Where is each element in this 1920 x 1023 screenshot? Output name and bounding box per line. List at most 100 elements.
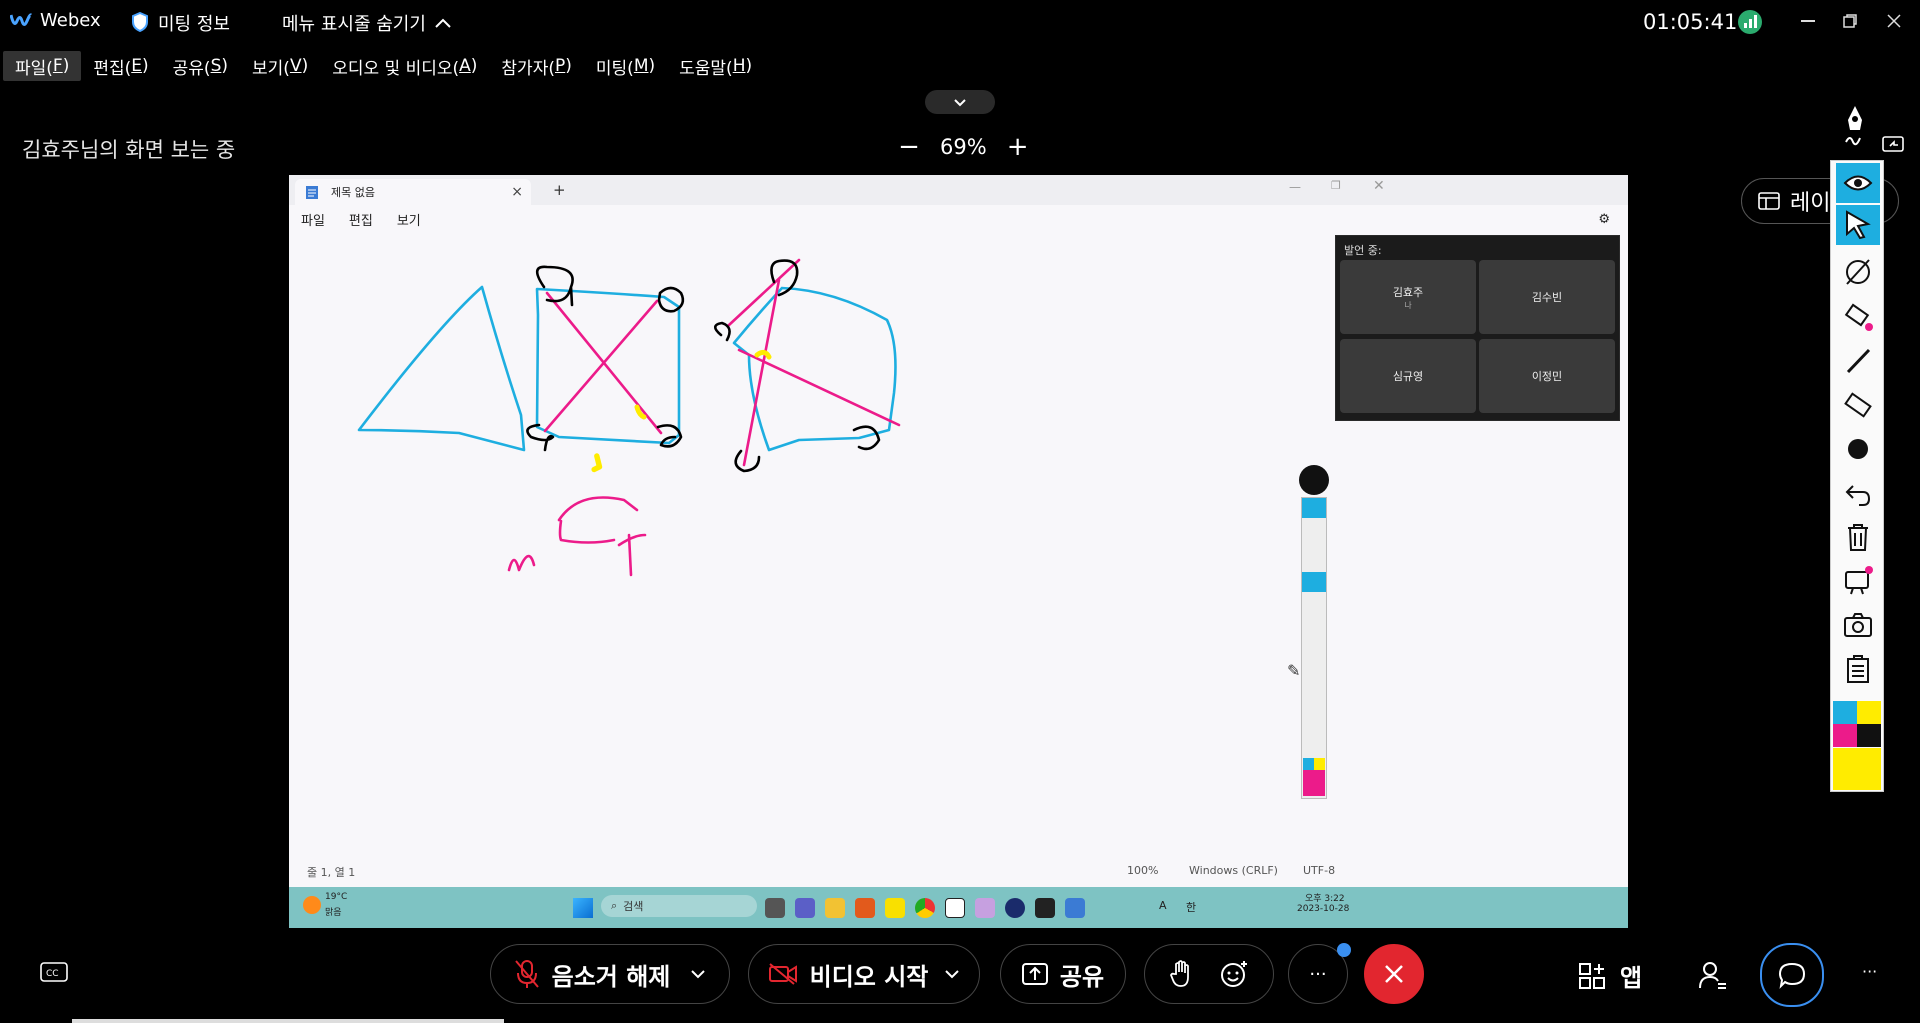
status-position: 줄 1, 열 1 <box>307 866 356 879</box>
mini-pen-icon[interactable] <box>1299 465 1329 495</box>
chevron-down-icon[interactable] <box>690 969 706 979</box>
participant-tile[interactable]: 김효주 나 <box>1340 260 1476 334</box>
menu-view-end: ) <box>301 56 309 76</box>
menu-view[interactable]: 보기(V) <box>240 51 320 81</box>
close-button[interactable] <box>1876 6 1912 36</box>
raise-hand-icon[interactable] <box>1170 960 1192 988</box>
current-color-swatch[interactable] <box>1833 748 1881 790</box>
snipping-icon[interactable] <box>975 898 995 918</box>
ime-indicator[interactable]: 한 <box>1186 899 1196 915</box>
menu-meeting-key: M <box>633 56 649 76</box>
minimize-button[interactable] <box>1790 6 1826 36</box>
apps-button[interactable]: 앱 <box>1578 958 1642 993</box>
more-panels-icon[interactable]: ··· <box>1862 962 1877 981</box>
participant-name: 김수빈 <box>1531 291 1563 304</box>
chevron-down-icon <box>954 98 966 106</box>
color-black[interactable] <box>1857 724 1881 747</box>
menu-toggle-button[interactable]: 메뉴 표시줄 숨기기 <box>282 10 452 36</box>
menu-participants[interactable]: 참가자(P) <box>489 51 583 81</box>
start-video-button[interactable]: 비디오 시작 <box>748 944 980 1004</box>
eraser-icon[interactable] <box>1836 385 1880 425</box>
menu-participants-key: P <box>554 56 566 76</box>
highlighter-icon[interactable] <box>1836 296 1880 336</box>
apps-icon <box>1579 962 1605 989</box>
menu-toggle-label: 메뉴 표시줄 숨기기 <box>282 14 426 35</box>
shield-icon <box>132 11 148 36</box>
eye-icon[interactable] <box>1836 163 1880 203</box>
menu-help[interactable]: 도움말(H) <box>667 51 764 81</box>
color-cyan[interactable] <box>1833 701 1857 724</box>
participants-icon[interactable] <box>1698 960 1728 994</box>
teams-icon[interactable] <box>795 898 815 918</box>
restore-button[interactable] <box>1832 6 1868 36</box>
lang-indicator[interactable]: A <box>1159 899 1167 912</box>
chrome-icon[interactable] <box>915 898 935 918</box>
menu-file[interactable]: 파일(F) <box>3 51 82 81</box>
menu-file-key: F <box>52 56 63 76</box>
reaction-icon[interactable] <box>1220 960 1248 988</box>
leave-meeting-button[interactable] <box>1364 944 1424 1004</box>
collapse-toolbar-button[interactable] <box>925 90 995 114</box>
weather-temp: 19°C <box>325 892 348 902</box>
color-palette[interactable] <box>1833 701 1881 747</box>
camera-icon[interactable] <box>1836 605 1880 645</box>
search-icon: ⌕ <box>611 899 618 912</box>
sticky-icon[interactable] <box>1035 898 1055 918</box>
save-annotation-icon[interactable] <box>1836 561 1880 601</box>
handwriting <box>507 496 647 577</box>
trash-icon[interactable] <box>1836 517 1880 557</box>
menu-edit[interactable]: 편집(E) <box>81 51 160 81</box>
webex-logo-icon <box>9 12 33 30</box>
scrollbar-thumb[interactable] <box>72 1019 504 1023</box>
start-icon[interactable] <box>573 898 593 918</box>
pointer-icon[interactable] <box>1836 205 1880 245</box>
weather-icon[interactable] <box>303 896 321 914</box>
meeting-info-button[interactable]: 미팅 정보 <box>158 10 230 36</box>
taskbar-search[interactable]: ⌕ 검색 <box>601 895 757 917</box>
speaker-panel: 발언 중: 김효주 나 김수빈 심규영 이정민 <box>1335 235 1620 421</box>
chat-button[interactable] <box>1760 943 1824 1007</box>
clipboard-icon[interactable] <box>1836 649 1880 689</box>
close-icon <box>1385 965 1403 983</box>
notepad-task-icon[interactable] <box>1065 898 1085 918</box>
color-magenta[interactable] <box>1833 724 1857 747</box>
zoom-out-button[interactable]: − <box>896 132 922 162</box>
participant-tile[interactable]: 심규영 <box>1340 339 1476 413</box>
more-options-button[interactable]: ··· <box>1288 943 1351 1004</box>
share-window-icon[interactable] <box>1882 136 1904 158</box>
share-button[interactable]: 공유 <box>1000 944 1126 1004</box>
notion-icon[interactable] <box>945 898 965 918</box>
webex-app-icon[interactable] <box>1005 898 1025 918</box>
color-yellow[interactable] <box>1857 701 1881 724</box>
explorer-icon[interactable] <box>825 898 845 918</box>
menu-share[interactable]: 공유(S) <box>161 51 240 81</box>
laser-icon[interactable] <box>1836 251 1880 291</box>
menu-view-key: V <box>289 56 302 76</box>
share-label: 공유 <box>1059 962 1105 991</box>
participant-tile[interactable]: 이정민 <box>1479 339 1615 413</box>
undo-icon[interactable] <box>1836 473 1880 513</box>
participant-tile[interactable]: 김수빈 <box>1479 260 1615 334</box>
task-view-icon[interactable] <box>765 898 785 918</box>
search-app-icon[interactable] <box>855 898 875 918</box>
start-video-label: 비디오 시작 <box>809 962 929 991</box>
menu-edit-key: E <box>131 56 143 76</box>
chevron-up-icon <box>435 18 451 28</box>
menu-participants-end: ) <box>565 56 572 76</box>
unmute-button[interactable]: 음소거 해제 <box>490 944 730 1004</box>
network-health-icon[interactable] <box>1738 10 1762 34</box>
zoom-in-button[interactable]: + <box>1005 132 1031 162</box>
pen-icon[interactable] <box>1840 104 1870 150</box>
line-icon[interactable] <box>1836 341 1880 381</box>
captions-icon[interactable]: CC <box>40 962 68 988</box>
kakaotalk-icon[interactable] <box>885 898 905 918</box>
chevron-down-icon[interactable] <box>944 969 960 979</box>
menu-audio-video[interactable]: 오디오 및 비디오(A) <box>320 51 489 81</box>
menu-help-label: 도움말( <box>679 58 733 79</box>
title-bar: Webex 미팅 정보 메뉴 표시줄 숨기기 01:05:41 <box>0 0 1920 44</box>
notification-dot <box>1337 943 1351 957</box>
menu-meeting[interactable]: 미팅(M) <box>584 51 667 81</box>
menu-share-key: S <box>210 56 222 76</box>
participant-name: 김효주 <box>1392 285 1424 299</box>
dot-size-icon[interactable] <box>1836 429 1880 469</box>
